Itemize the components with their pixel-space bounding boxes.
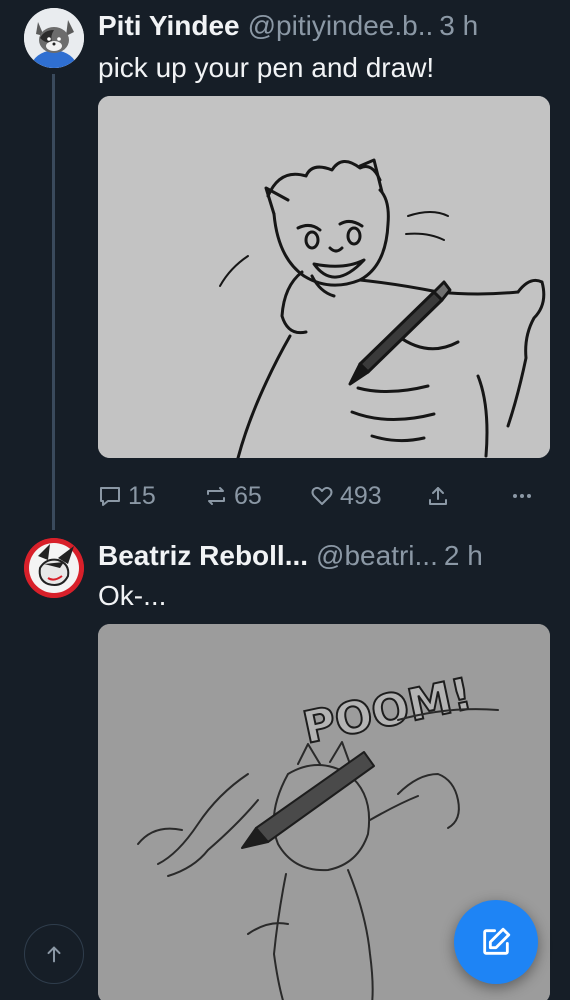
post-image[interactable] — [98, 96, 550, 458]
heart-icon — [311, 486, 333, 505]
post-time: 3 h — [439, 10, 479, 41]
compose-button[interactable] — [454, 900, 538, 984]
reply-button[interactable]: 15 — [98, 478, 156, 514]
feed: Piti Yindee @pitiyindee.b.. 3 h pick up yo… — [0, 0, 570, 1000]
post-header: Beatriz Reboll... @beatri... 2 h — [98, 538, 550, 574]
author-handle[interactable]: @pitiyindee.b.. — [248, 10, 434, 41]
author-name[interactable]: Piti Yindee — [98, 10, 240, 41]
post-actions: 15 65 493 — [98, 478, 550, 514]
avatar[interactable] — [24, 538, 84, 598]
repost-button[interactable]: 65 — [204, 478, 262, 514]
author-name[interactable]: Beatriz Reboll... — [98, 540, 308, 571]
repost-count: 65 — [234, 481, 262, 510]
avatar-image — [24, 538, 84, 598]
more-button[interactable] — [510, 478, 540, 514]
like-count: 493 — [340, 481, 382, 510]
reply-count: 15 — [128, 481, 156, 510]
sketch-image — [98, 96, 550, 458]
post-text: pick up your pen and draw! — [98, 52, 435, 83]
post-text: Ok-... — [98, 580, 167, 611]
compose-icon — [483, 927, 511, 955]
share-icon — [429, 487, 447, 505]
repost-icon — [207, 487, 225, 505]
avatar[interactable] — [24, 8, 84, 68]
author-handle[interactable]: @beatri... — [316, 540, 438, 571]
share-button[interactable] — [426, 478, 456, 514]
scroll-to-top-button[interactable] — [24, 924, 84, 984]
speech-bubble-icon — [100, 487, 120, 506]
post-time: 2 h — [443, 540, 483, 571]
arrow-up-icon — [47, 946, 61, 963]
post-header: Piti Yindee @pitiyindee.b.. 3 h — [98, 8, 550, 44]
avatar-image — [24, 8, 84, 68]
like-button[interactable]: 493 — [310, 478, 382, 514]
thread-line — [52, 74, 55, 530]
more-dots-icon — [513, 494, 531, 498]
